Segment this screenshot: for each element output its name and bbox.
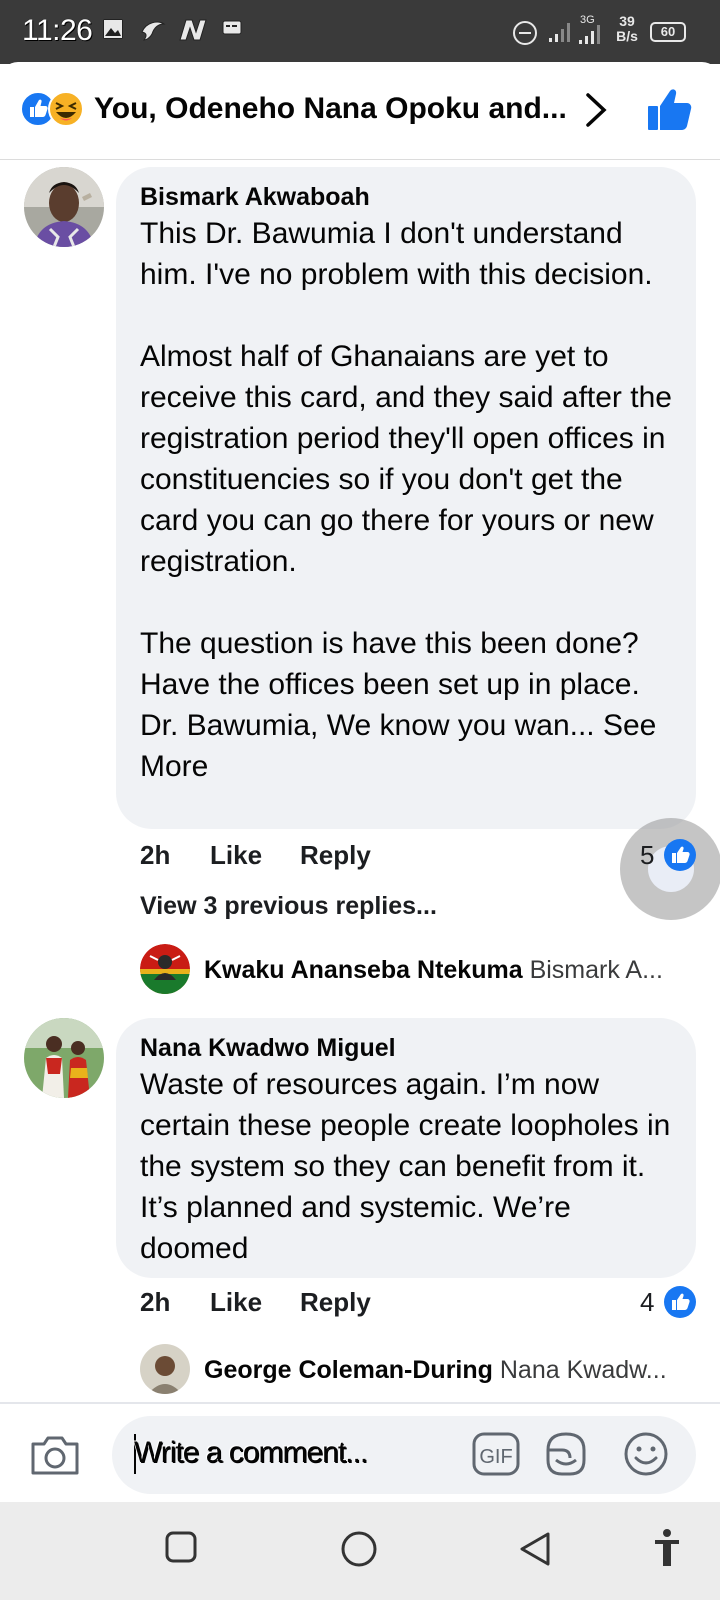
haha-icon (48, 91, 84, 127)
recents-icon[interactable] (164, 1530, 198, 1564)
reply-author[interactable]: George Coleman-During (204, 1356, 493, 1384)
like-count[interactable]: 4 (640, 1287, 654, 1318)
comment-text: This Dr. Bawumia I don't understand him.… (140, 213, 672, 787)
net-speed-value: 39 (619, 13, 635, 29)
system-nav-bar (0, 1502, 720, 1600)
comment-body: This Dr. Bawumia I don't understand him.… (140, 217, 672, 742)
gallery-icon (103, 19, 123, 39)
reply-snippet: Bismark A... (529, 956, 663, 984)
reply-button[interactable]: Reply (300, 1287, 371, 1318)
status-time: 11:26 (22, 14, 93, 47)
chevron-right-icon[interactable] (584, 92, 608, 128)
reply-preview[interactable]: Kwaku Ananseba Ntekuma Bismark A... (204, 956, 663, 985)
comment-time: 2h (140, 840, 171, 870)
net-speed: 39 B/s (614, 14, 640, 44)
reply-preview[interactable]: George Coleman-During Nana Kwadw... (204, 1356, 667, 1385)
battery-icon: 60 (650, 22, 686, 42)
reply-author[interactable]: Kwaku Ananseba Ntekuma (204, 956, 523, 984)
comment-time: 2h (140, 1287, 171, 1317)
app-bird-icon (141, 21, 166, 41)
accessibility-icon[interactable] (652, 1528, 682, 1568)
comment-bubble[interactable]: Nana Kwadwo Miguel Waste of resources ag… (116, 1018, 696, 1278)
signal-icon-2 (579, 25, 600, 44)
reactions-title[interactable]: You, Odeneho Nana Opoku and... (94, 92, 567, 126)
like-count[interactable]: 5 (640, 840, 654, 871)
avatar[interactable] (24, 1018, 104, 1098)
comment-placeholder: Write a comment... (134, 1436, 368, 1469)
comment-text: Waste of resources again. I’m now certai… (140, 1068, 671, 1265)
reactions-header[interactable]: You, Odeneho Nana Opoku and... (0, 62, 720, 160)
gif-label: GIF (479, 1446, 512, 1468)
comment-author[interactable]: Bismark Akwaboah (140, 181, 672, 213)
like-button[interactable]: Like (210, 1287, 262, 1318)
avatar[interactable] (24, 167, 104, 247)
comment-bubble[interactable]: Bismark Akwaboah This Dr. Bawumia I don'… (116, 167, 696, 829)
like-badge-icon (664, 839, 696, 871)
comment-actions: 2h Like Reply (140, 1287, 700, 1327)
avatar[interactable] (140, 944, 190, 994)
app-n-icon (179, 19, 207, 41)
home-icon[interactable] (340, 1530, 378, 1568)
net-speed-unit: B/s (616, 28, 638, 44)
reply-button[interactable]: Reply (300, 840, 371, 871)
reply-snippet: Nana Kwadw... (499, 1356, 667, 1384)
comment-input[interactable]: Write a comment... GIF (112, 1416, 696, 1494)
sticker-icon[interactable] (542, 1430, 590, 1478)
signal-icon-1 (549, 23, 570, 42)
dnd-icon (513, 21, 537, 45)
like-thumb-icon[interactable] (646, 88, 692, 132)
comments-sheet: You, Odeneho Nana Opoku and... Bismark A… (0, 62, 720, 1402)
reaction-icons (20, 90, 86, 128)
comment-actions: 2h Like Reply (140, 840, 700, 880)
emoji-icon[interactable] (622, 1430, 670, 1478)
back-icon[interactable] (518, 1530, 552, 1568)
like-button[interactable]: Like (210, 840, 262, 871)
view-previous-replies[interactable]: View 3 previous replies... (140, 892, 437, 921)
like-badge-icon (664, 1286, 696, 1318)
gif-icon[interactable]: GIF (472, 1432, 520, 1476)
avatar[interactable] (140, 1344, 190, 1394)
comment-author[interactable]: Nana Kwadwo Miguel (140, 1032, 672, 1064)
status-bar: 11:26 3G 39 B/s 60 (0, 0, 720, 64)
battery-level: 60 (660, 24, 676, 39)
camera-icon[interactable] (30, 1434, 80, 1476)
comment-composer: Write a comment... GIF (0, 1402, 720, 1502)
message-icon (222, 20, 242, 35)
